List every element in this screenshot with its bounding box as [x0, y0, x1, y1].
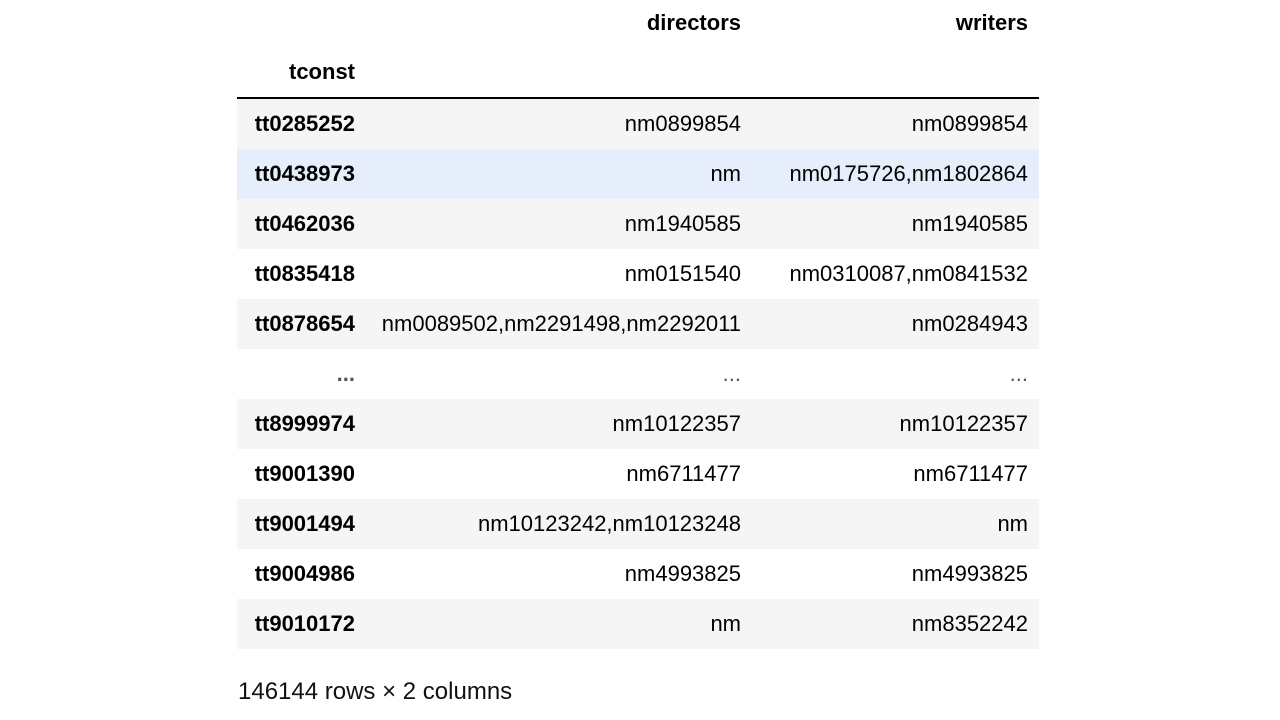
cell-writers: nm0284943 — [911, 311, 1028, 336]
cell-writers: nm10122357 — [899, 411, 1028, 436]
cell-writers: nm4993825 — [911, 561, 1028, 586]
table-row: tt9001494 nm10123242,nm10123248 nm — [237, 499, 1039, 549]
cell-writers: nm8352242 — [911, 611, 1028, 636]
cell-writers: nm0175726,nm1802864 — [789, 161, 1028, 186]
cell-directors: nm10123242,nm10123248 — [477, 511, 741, 536]
table-row: tt9001390 nm6711477 nm6711477 — [237, 449, 1039, 499]
row-index: tt0878654 — [254, 311, 355, 336]
cell-directors: nm0151540 — [624, 261, 741, 286]
column-header-row: directors writers — [237, 0, 1039, 46]
cell-writers: nm1940585 — [911, 211, 1028, 236]
row-index: tt0462036 — [254, 211, 355, 236]
table-row: tt0878654 nm0089502,nm2291498,nm2292011 … — [237, 299, 1039, 349]
table-row: tt0835418 nm0151540 nm0310087,nm0841532 — [237, 249, 1039, 299]
blank-header-cell — [366, 46, 752, 99]
cell-directors: nm — [710, 611, 741, 636]
row-index: tt0438973 — [254, 161, 355, 186]
cell-writers: nm6711477 — [913, 461, 1028, 486]
table-row: tt0285252 nm0899854 nm0899854 — [237, 98, 1039, 149]
dataframe-table: directors writers tconst tt0285252 nm089… — [237, 0, 1039, 649]
cell-directors: nm0899854 — [624, 111, 741, 136]
truncation-row: ... ... ... — [237, 349, 1039, 399]
table-row: tt0462036 nm1940585 nm1940585 — [237, 199, 1039, 249]
table-row-hovered: tt0438973 nm nm0175726,nm1802864 — [237, 149, 1039, 199]
cell-directors-ellipsis: ... — [722, 361, 741, 386]
row-index-ellipsis: ... — [336, 361, 355, 386]
dataframe-shape-footer: 146144 rows × 2 columns — [238, 678, 513, 705]
blank-corner-cell — [237, 0, 366, 46]
row-index: tt9004986 — [254, 561, 355, 586]
column-header-directors: directors — [646, 10, 741, 35]
dataframe-output: directors writers tconst tt0285252 nm089… — [237, 0, 1039, 649]
cell-writers: nm — [997, 511, 1028, 536]
row-index: tt9001494 — [254, 511, 355, 536]
table-row: tt9004986 nm4993825 nm4993825 — [237, 549, 1039, 599]
row-index: tt9001390 — [254, 461, 355, 486]
row-index: tt9010172 — [254, 611, 355, 636]
table-row: tt8999974 nm10122357 nm10122357 — [237, 399, 1039, 449]
cell-writers: nm0899854 — [911, 111, 1028, 136]
index-name-row: tconst — [237, 46, 1039, 99]
table-row: tt9010172 nm nm8352242 — [237, 599, 1039, 649]
cell-directors: nm1940585 — [624, 211, 741, 236]
cell-directors: nm4993825 — [624, 561, 741, 586]
cell-directors: nm0089502,nm2291498,nm2292011 — [381, 311, 741, 336]
index-name-header: tconst — [237, 46, 366, 99]
row-index: tt0285252 — [254, 111, 355, 136]
column-header-writers: writers — [955, 10, 1028, 35]
cell-writers-ellipsis: ... — [1009, 361, 1028, 386]
cell-directors: nm6711477 — [626, 461, 741, 486]
cell-directors: nm10122357 — [612, 411, 741, 436]
row-index: tt0835418 — [254, 261, 355, 286]
blank-header-cell — [752, 46, 1039, 99]
row-index: tt8999974 — [254, 411, 355, 436]
cell-directors: nm — [710, 161, 741, 186]
cell-writers: nm0310087,nm0841532 — [789, 261, 1028, 286]
